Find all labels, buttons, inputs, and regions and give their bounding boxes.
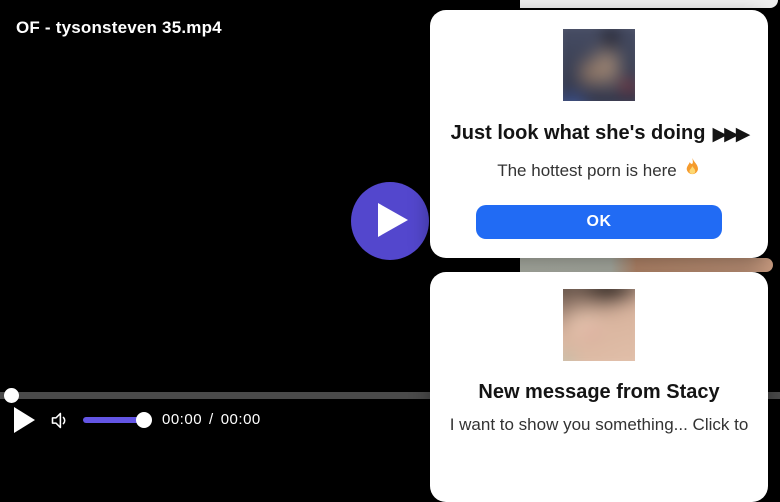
volume-slider[interactable] [83,417,144,423]
stacy-avatar-thumbnail[interactable] [563,289,635,361]
message-popup[interactable]: New message from Stacy I want to show yo… [430,272,768,502]
webcam-scene-thumbnail[interactable] [563,29,635,101]
offer-popup-subtext: The hottest porn is here [497,158,701,183]
offer-popup[interactable]: Just look what she's doing ▶▶▶ The hotte… [430,10,768,258]
offer-popup-subtext-text: The hottest porn is here [497,161,677,181]
background-page-image-strip [520,258,773,272]
time-display: 00:00 / 00:00 [162,411,261,428]
big-play-button[interactable] [351,182,429,260]
offer-popup-heading: Just look what she's doing ▶▶▶ [451,122,748,145]
webcam-scene-thumbnail-image [563,29,635,101]
ok-button[interactable]: OK [476,205,722,239]
fire-emoji-icon [684,158,701,183]
message-popup-heading: New message from Stacy [478,381,719,404]
mute-button[interactable] [49,410,70,434]
heading-arrows: ▶▶▶ [712,123,747,145]
background-page-top-bar [520,0,778,8]
message-popup-body: I want to show you something... Click to [450,415,749,435]
offer-popup-heading-text: Just look what she's doing [451,122,706,145]
play-icon [373,203,408,240]
stacy-avatar-thumbnail-image [563,289,635,361]
duration: 00:00 [221,411,261,428]
play-icon [14,421,35,436]
speaker-icon [49,419,70,434]
video-title: OF - tysonsteven 35.mp4 [16,18,222,38]
progress-thumb[interactable] [4,388,19,403]
volume-thumb[interactable] [136,412,152,428]
time-separator: / [209,411,214,428]
current-time: 00:00 [162,411,202,428]
play-button[interactable] [14,407,35,436]
